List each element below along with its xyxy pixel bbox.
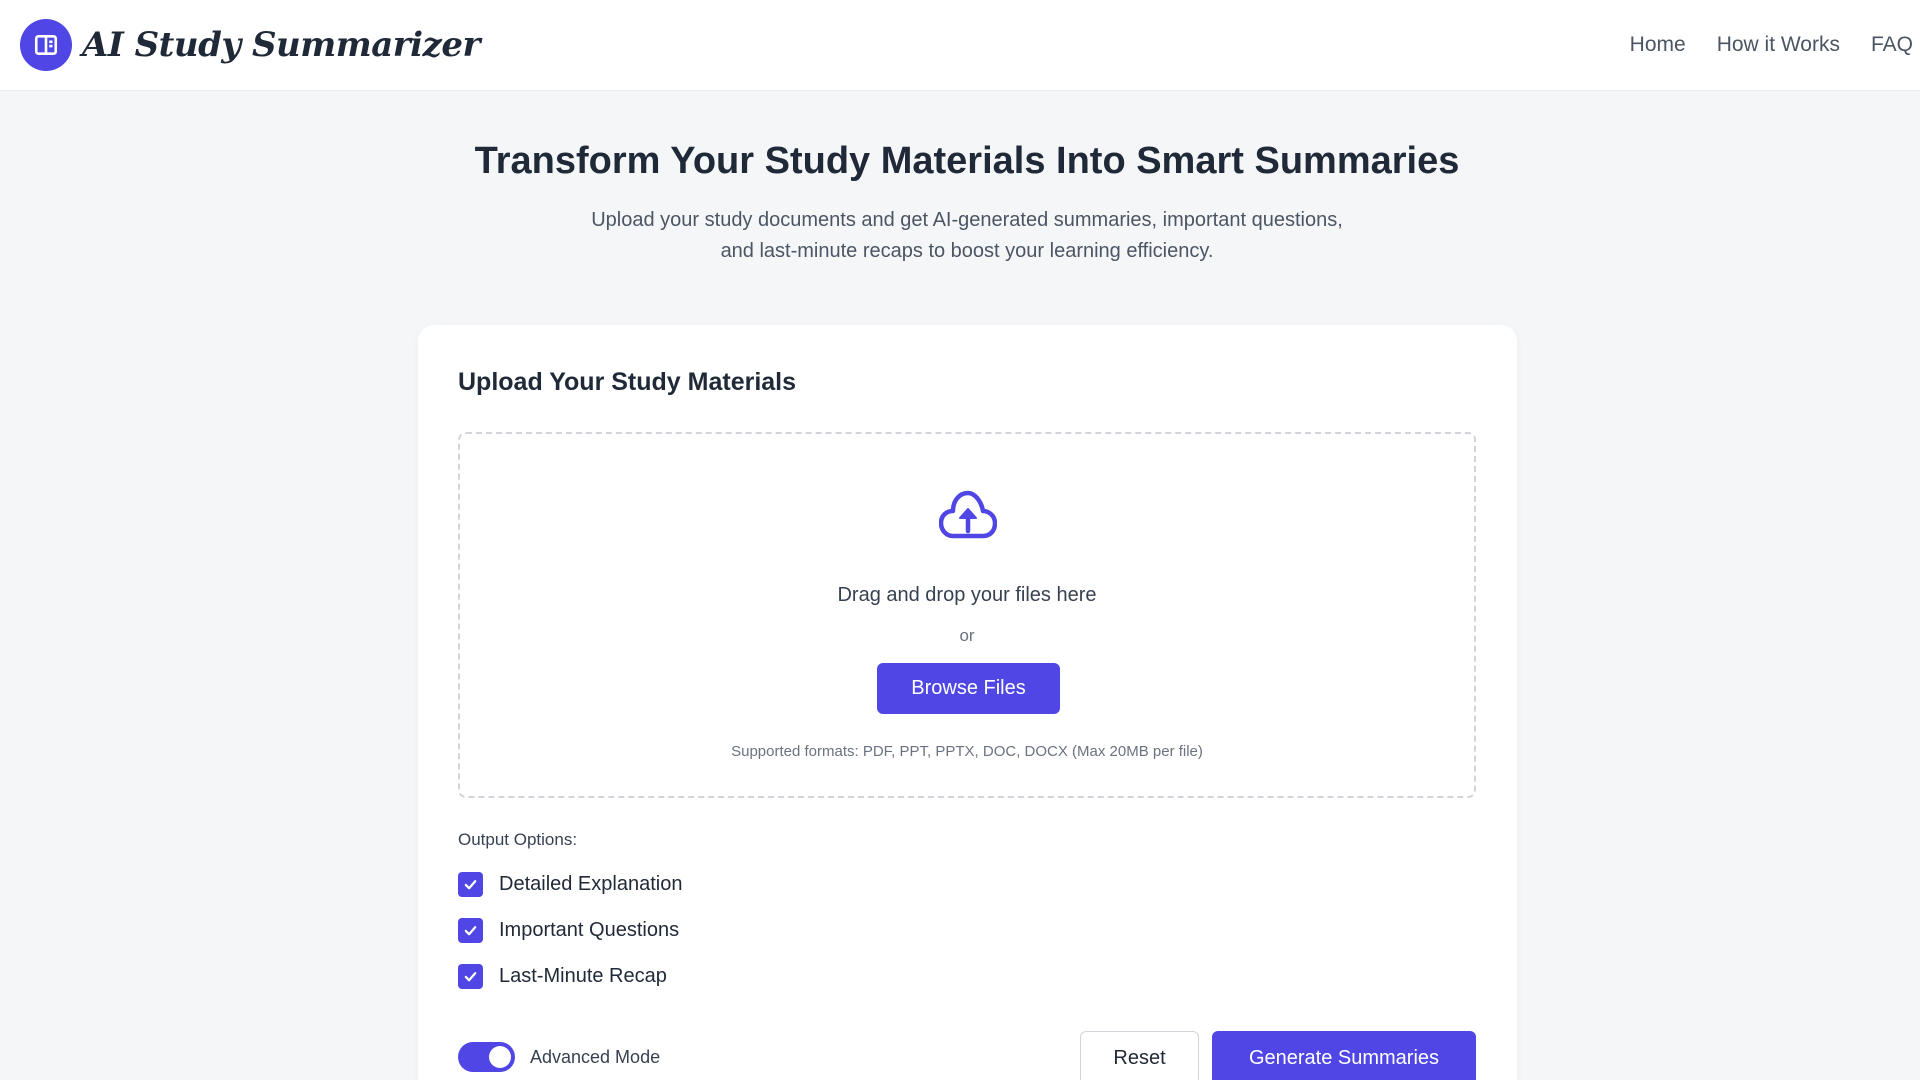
option-label: Detailed Explanation	[499, 872, 683, 895]
app-title: AI Study Summarizer	[82, 25, 480, 65]
supported-formats-text: Supported formats: PDF, PPT, PPTX, DOC, …	[731, 743, 1203, 760]
book-open-icon	[20, 19, 72, 71]
toggle-switch[interactable]	[458, 1042, 515, 1072]
upload-card-title: Upload Your Study Materials	[458, 368, 797, 396]
hero-subtitle: Upload your study documents and get AI-g…	[545, 205, 1389, 267]
toggle-knob	[489, 1046, 511, 1068]
reset-button[interactable]: Reset	[1080, 1031, 1199, 1080]
cloud-upload-icon	[939, 490, 997, 539]
option-last-minute-recap[interactable]: Last-Minute Recap	[458, 963, 667, 989]
option-detailed-explanation[interactable]: Detailed Explanation	[458, 871, 682, 897]
checkbox-checked-icon[interactable]	[458, 871, 483, 897]
advanced-mode-label: Advanced Mode	[530, 1046, 661, 1067]
hero-title: Transform Your Study Materials Into Smar…	[474, 140, 1460, 182]
checkbox-checked-icon[interactable]	[458, 963, 483, 989]
top-header: AI Study Summarizer Home How it Works FA…	[0, 0, 1920, 91]
hero-subtitle-line-1: Upload your study documents and get AI-g…	[591, 209, 1343, 231]
generate-summaries-button[interactable]: Generate Summaries	[1212, 1031, 1476, 1080]
upload-card: Upload Your Study Materials Drag and dro…	[418, 325, 1517, 1080]
option-important-questions[interactable]: Important Questions	[458, 917, 679, 943]
hero-subtitle-line-2: and last-minute recaps to boost your lea…	[720, 240, 1214, 262]
drop-text: Drag and drop your files here	[837, 584, 1097, 606]
option-label: Last-Minute Recap	[499, 964, 667, 987]
brand[interactable]: AI Study Summarizer	[20, 19, 480, 71]
advanced-mode-toggle[interactable]: Advanced Mode	[458, 1042, 660, 1072]
main-nav: Home How it Works FAQ	[1599, 33, 1920, 57]
or-divider-text: or	[959, 626, 975, 645]
option-label: Important Questions	[499, 918, 680, 941]
output-options-label: Output Options:	[458, 830, 578, 849]
checkbox-checked-icon[interactable]	[458, 917, 483, 943]
nav-faq-link[interactable]: FAQ	[1871, 33, 1913, 57]
browse-files-button[interactable]: Browse Files	[877, 663, 1060, 714]
nav-home-link[interactable]: Home	[1630, 33, 1686, 57]
nav-how-it-works-link[interactable]: How it Works	[1717, 33, 1840, 57]
file-dropzone[interactable]: Drag and drop your files here or Browse …	[458, 432, 1476, 798]
